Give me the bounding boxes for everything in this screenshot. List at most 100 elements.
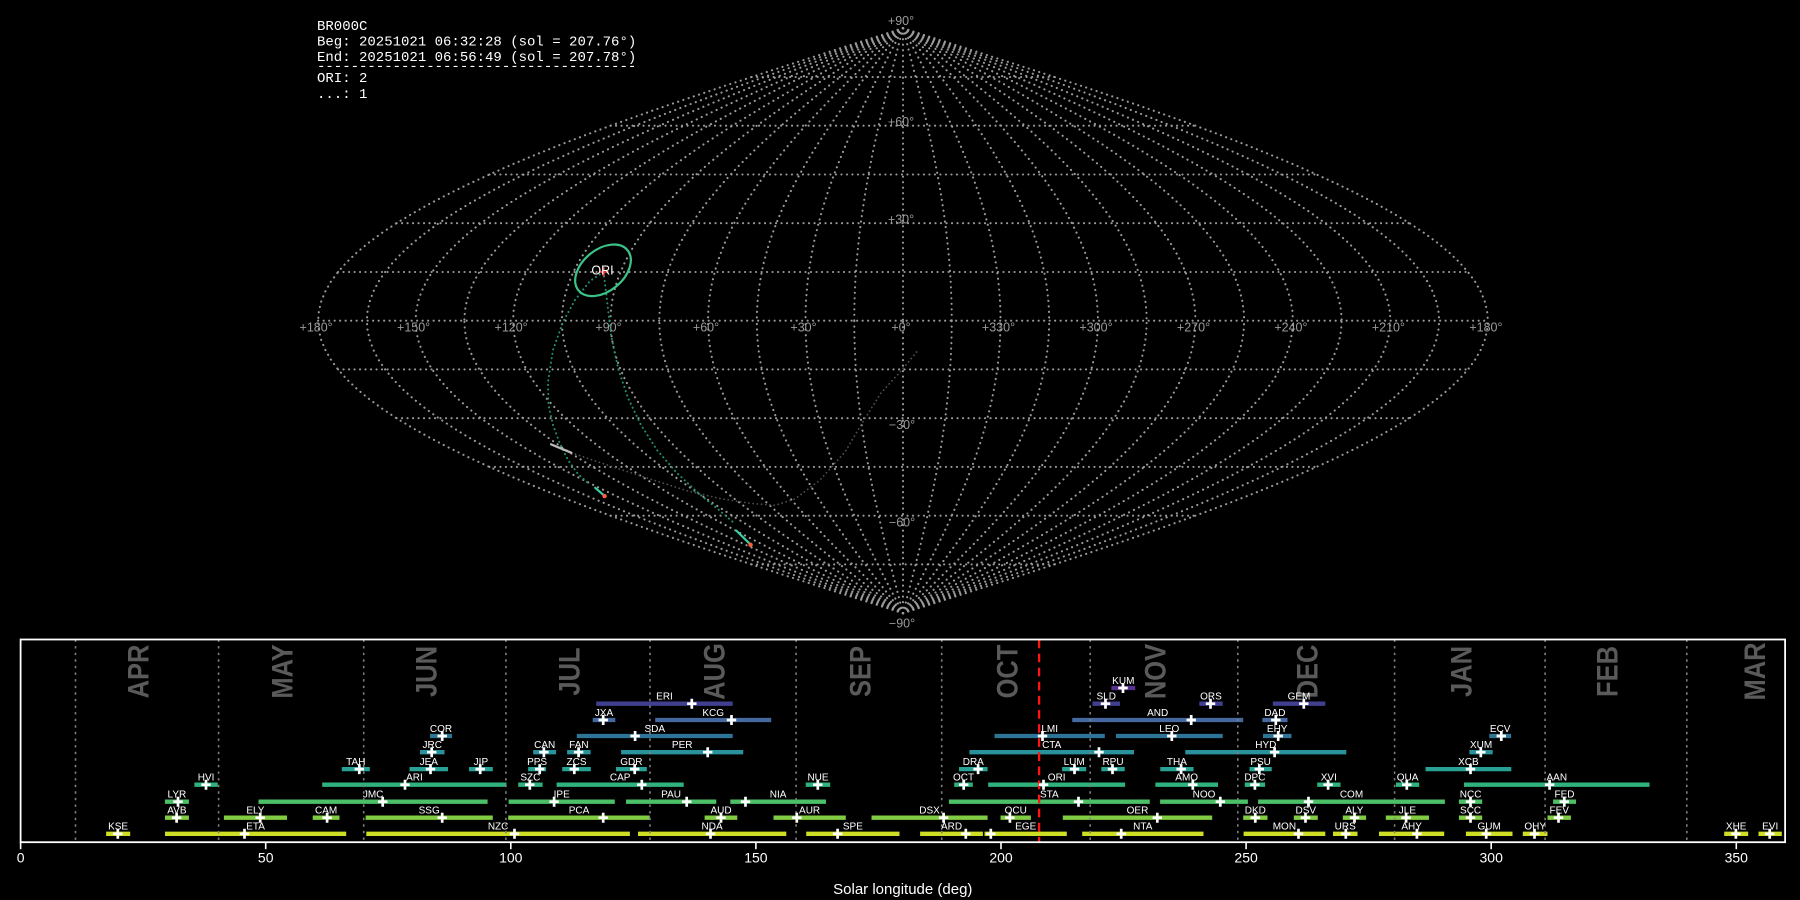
svg-text:SLD: SLD: [1096, 692, 1115, 703]
svg-text:PPS: PPS: [527, 757, 547, 768]
svg-text:−60°: −60°: [889, 515, 915, 529]
svg-text:LYR: LYR: [168, 790, 187, 801]
svg-text:0: 0: [17, 849, 25, 865]
svg-text:OER: OER: [1127, 806, 1149, 817]
svg-text:DSV: DSV: [1296, 806, 1317, 817]
svg-text:STA: STA: [1040, 790, 1059, 801]
svg-text:SPE: SPE: [843, 822, 863, 833]
svg-text:+180°: +180°: [300, 321, 333, 335]
svg-text:FAN: FAN: [569, 740, 588, 751]
svg-text:FEV: FEV: [1549, 806, 1569, 817]
svg-text:DKD: DKD: [1245, 806, 1266, 817]
svg-text:JRC: JRC: [422, 740, 441, 751]
svg-text:SSG: SSG: [419, 806, 440, 817]
svg-text:AHY: AHY: [1401, 822, 1422, 833]
svg-text:COM: COM: [1340, 790, 1363, 801]
svg-text:NOO: NOO: [1193, 790, 1216, 801]
svg-text:SZC: SZC: [520, 773, 540, 784]
svg-text:CAN: CAN: [534, 740, 555, 751]
svg-text:JMC: JMC: [363, 790, 384, 801]
svg-text:CTA: CTA: [1042, 740, 1062, 751]
svg-text:OCT: OCT: [953, 773, 974, 784]
svg-text:+180°: +180°: [1469, 321, 1502, 335]
svg-text:OCT: OCT: [991, 645, 1024, 699]
svg-text:NDA: NDA: [702, 822, 723, 833]
svg-text:DRA: DRA: [963, 757, 984, 768]
svg-text:+150°: +150°: [397, 321, 430, 335]
svg-text:NCC: NCC: [1460, 790, 1482, 801]
svg-text:XVI: XVI: [1321, 773, 1337, 784]
svg-text:100: 100: [499, 849, 523, 865]
svg-text:LUM: LUM: [1064, 757, 1085, 768]
svg-text:50: 50: [258, 849, 274, 865]
svg-text:SDA: SDA: [645, 724, 666, 735]
svg-text:AUG: AUG: [698, 643, 731, 700]
svg-text:LEO: LEO: [1159, 724, 1179, 735]
svg-text:SEP: SEP: [843, 646, 876, 697]
svg-text:XHE: XHE: [1726, 822, 1747, 833]
svg-text:THA: THA: [1167, 757, 1187, 768]
svg-text:GDR: GDR: [620, 757, 642, 768]
svg-text:+240°: +240°: [1274, 321, 1307, 335]
svg-text:AUR: AUR: [799, 806, 820, 817]
svg-text:JLE: JLE: [1399, 806, 1417, 817]
svg-text:ZCS: ZCS: [567, 757, 587, 768]
svg-text:URS: URS: [1335, 822, 1356, 833]
svg-text:NUE: NUE: [807, 773, 828, 784]
svg-text:ERI: ERI: [656, 692, 673, 703]
svg-text:Solar longitude (deg): Solar longitude (deg): [833, 881, 972, 898]
svg-text:NIA: NIA: [770, 790, 787, 801]
svg-text:JAN: JAN: [1444, 646, 1477, 697]
svg-text:EHY: EHY: [1267, 724, 1288, 735]
svg-text:EGE: EGE: [1015, 822, 1036, 833]
svg-text:SCC: SCC: [1460, 806, 1481, 817]
svg-text:ALY: ALY: [1345, 806, 1363, 817]
svg-text:DPC: DPC: [1244, 773, 1265, 784]
svg-text:XCB: XCB: [1458, 757, 1479, 768]
svg-text:MAY: MAY: [266, 644, 299, 699]
svg-text:ARD: ARD: [941, 822, 962, 833]
svg-text:350: 350: [1725, 849, 1749, 865]
svg-text:...: 1: ...: 1: [317, 87, 367, 103]
svg-text:DEC: DEC: [1291, 645, 1324, 699]
svg-text:JUN: JUN: [409, 646, 442, 697]
svg-text:PSU: PSU: [1250, 757, 1271, 768]
svg-text:ORI: ORI: [1048, 773, 1066, 784]
svg-text:KUM: KUM: [1112, 676, 1134, 687]
svg-text:AVB: AVB: [167, 806, 187, 817]
svg-text:+90°: +90°: [888, 14, 914, 28]
svg-text:APR: APR: [122, 645, 155, 699]
svg-text:FED: FED: [1555, 790, 1575, 801]
svg-text:LMI: LMI: [1041, 724, 1058, 735]
svg-text:300: 300: [1480, 849, 1504, 865]
svg-text:ETA: ETA: [246, 822, 265, 833]
svg-text:DSX: DSX: [919, 806, 940, 817]
svg-text:MON: MON: [1273, 822, 1296, 833]
svg-text:GUM: GUM: [1478, 822, 1501, 833]
svg-text:COR: COR: [430, 724, 452, 735]
svg-text:+120°: +120°: [495, 321, 528, 335]
svg-text:NOV: NOV: [1139, 643, 1172, 699]
svg-text:250: 250: [1234, 849, 1258, 865]
svg-text:NTA: NTA: [1133, 822, 1153, 833]
svg-text:PAU: PAU: [661, 790, 681, 801]
svg-text:OHY: OHY: [1524, 822, 1546, 833]
svg-text:+0°: +0°: [891, 321, 910, 335]
svg-text:JIP: JIP: [474, 757, 489, 768]
svg-text:TAH: TAH: [346, 757, 365, 768]
svg-text:AAN: AAN: [1547, 773, 1568, 784]
svg-text:ORI: ORI: [591, 263, 613, 277]
svg-text:KSE: KSE: [108, 822, 128, 833]
svg-text:NZC: NZC: [488, 822, 509, 833]
svg-text:150: 150: [744, 849, 768, 865]
svg-text:FEB: FEB: [1591, 646, 1624, 697]
svg-text:JXA: JXA: [595, 708, 614, 719]
svg-text:CAM: CAM: [315, 806, 337, 817]
svg-text:PER: PER: [672, 740, 693, 751]
svg-text:ARI: ARI: [406, 773, 423, 784]
svg-text:JUL: JUL: [553, 647, 586, 695]
svg-text:GEM: GEM: [1288, 692, 1311, 703]
svg-text:BR000C: BR000C: [317, 19, 367, 35]
svg-text:+60°: +60°: [888, 115, 914, 129]
svg-text:OCU: OCU: [1005, 806, 1027, 817]
